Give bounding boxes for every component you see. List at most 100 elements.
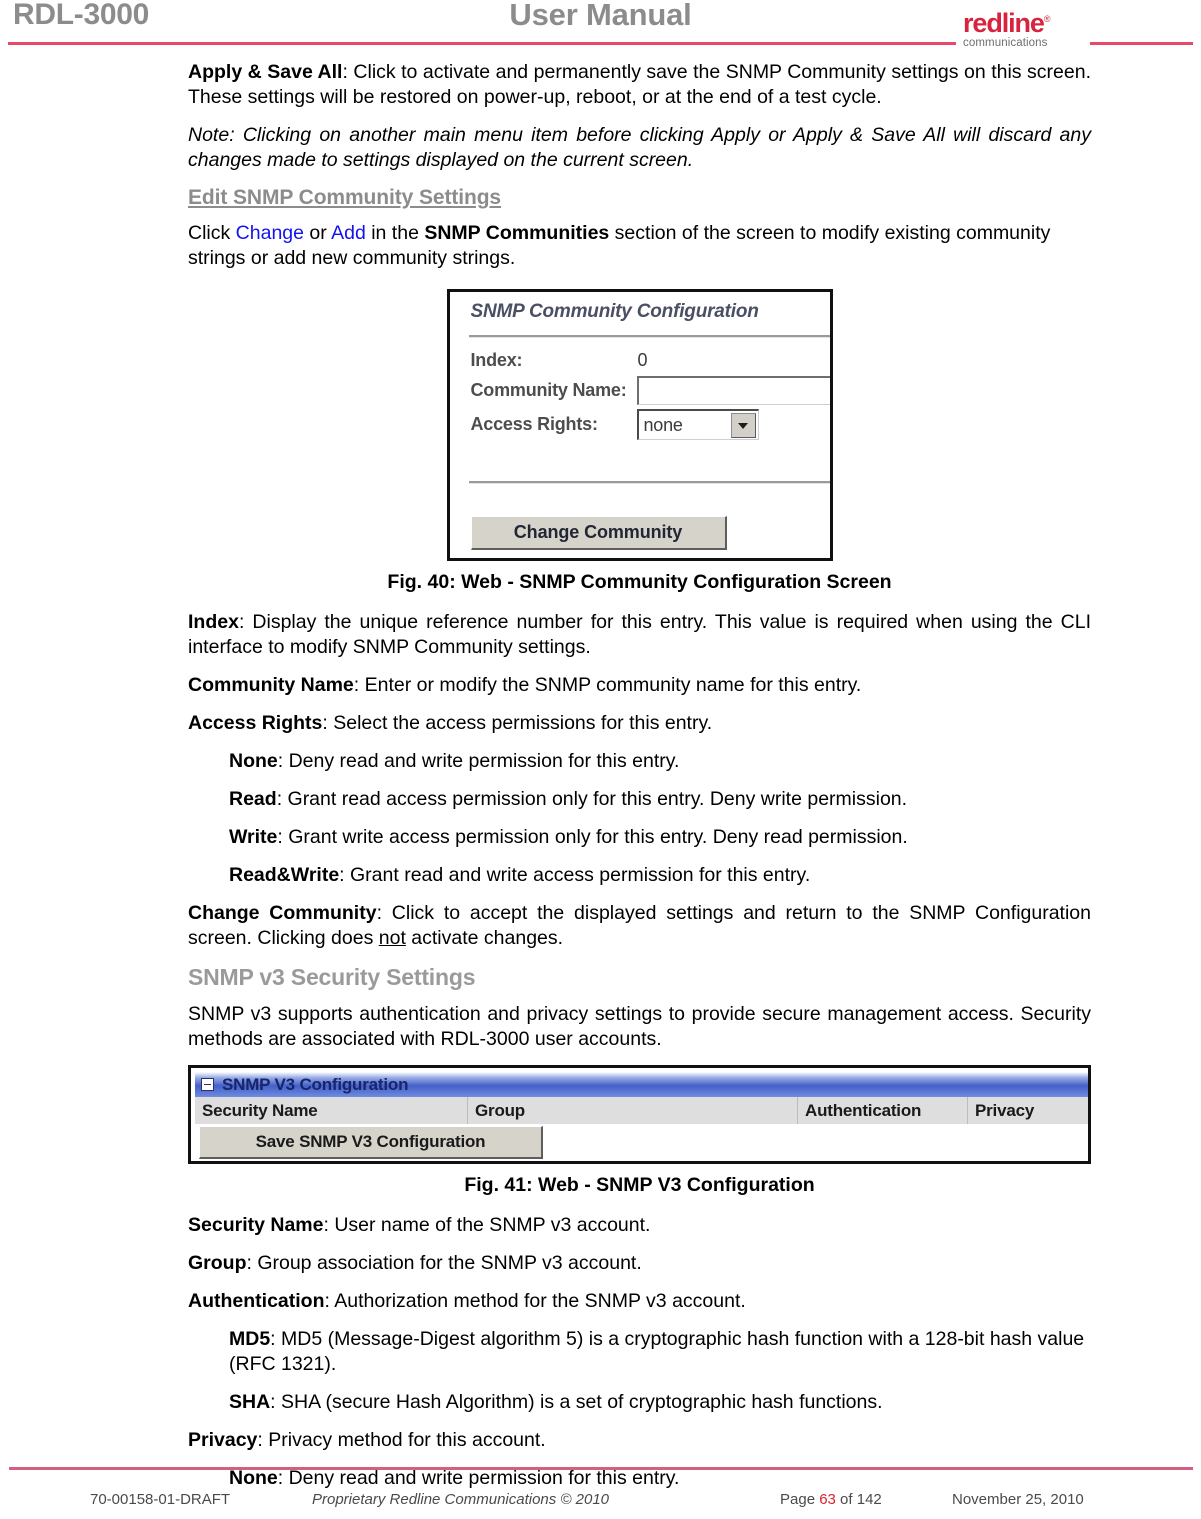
definition-group: Group: Group association for the SNMP v3… — [188, 1251, 1091, 1276]
footer-date: November 25, 2010 — [952, 1491, 1084, 1508]
change-community-button-label: Change Community — [513, 522, 683, 542]
text-change-community-not: not — [378, 927, 406, 949]
term-write: Write — [229, 826, 278, 848]
definition-md5: MD5: MD5 (Message-Digest algorithm 5) is… — [188, 1327, 1091, 1377]
footer-page-number: 63 — [819, 1491, 836, 1508]
paragraph-click-change-add: Click Change or Add in the SNMP Communit… — [188, 221, 1091, 271]
paragraph-snmp-v3-intro: SNMP v3 supports authentication and priv… — [188, 1003, 1091, 1050]
link-add[interactable]: Add — [331, 222, 366, 244]
snmp-v3-table-header-row: Security Name Group Authentication Priva… — [195, 1097, 1088, 1124]
header-rule-left — [8, 42, 956, 45]
figure-41-caption: Fig. 41: Web - SNMP V3 Configuration — [188, 1174, 1091, 1197]
footer-page-indicator: Page 63 of 142 — [780, 1491, 882, 1508]
footer-page-suffix: of 142 — [835, 1491, 882, 1508]
figure-40-wrapper: SNMP Community Configuration Index: 0 Co… — [188, 289, 1091, 561]
link-change[interactable]: Change — [236, 222, 304, 244]
label-index: Index: — [470, 350, 523, 370]
term-apply-save-all: Apply & Save All — [188, 61, 343, 83]
logo-wordmark-text: redline — [963, 8, 1045, 38]
text-security-name: : User name of the SNMP v3 account. — [323, 1214, 651, 1236]
text-md5: : MD5 (Message-Digest algorithm 5) is a … — [229, 1328, 1085, 1375]
definition-read-write: Read&Write: Grant read and write access … — [188, 863, 1091, 888]
text-access-rights: : Select the access permissions for this… — [322, 712, 713, 734]
text-index: : Display the unique reference number fo… — [188, 611, 1091, 658]
snmp-v3-panel-titlebar: SNMP V3 Configuration — [195, 1072, 1088, 1097]
term-privacy: Privacy — [188, 1429, 258, 1451]
figure-40-snmp-community-configuration: SNMP Community Configuration Index: 0 Co… — [446, 289, 833, 561]
term-read: Read — [229, 788, 277, 810]
text-click-mid: or — [303, 222, 332, 244]
registered-trademark-icon: ® — [1043, 14, 1051, 24]
text-privacy: : Privacy method for this account. — [257, 1429, 546, 1451]
term-snmp-communities: SNMP Communities — [424, 222, 610, 244]
footer-document-number: 70-00158-01-DRAFT — [90, 1491, 231, 1508]
term-read-write: Read&Write — [229, 864, 340, 886]
figure-41-snmp-v3-configuration: SNMP V3 Configuration Security Name Grou… — [188, 1065, 1091, 1164]
definition-write: Write: Grant write access permission onl… — [188, 825, 1091, 850]
term-change-community: Change Community — [188, 902, 377, 924]
label-community-name: Community Name: — [470, 380, 627, 400]
figure-40-caption: Fig. 40: Web - SNMP Community Configurat… — [188, 571, 1091, 594]
snmp-community-config-panel-title: SNMP Community Configuration — [470, 301, 759, 322]
page-content: Apply & Save All: Click to activate and … — [188, 60, 1091, 1504]
definition-index: Index: Display the unique reference numb… — [188, 610, 1091, 660]
logo-tagline: communications — [963, 37, 1048, 49]
term-access-rights: Access Rights — [188, 712, 323, 734]
footer-page-prefix: Page — [780, 1491, 820, 1508]
definition-access-rights: Access Rights: Select the access permiss… — [188, 711, 1091, 736]
term-community-name: Community Name — [188, 674, 354, 696]
definition-security-name: Security Name: User name of the SNMP v3 … — [188, 1213, 1091, 1238]
term-sha: SHA — [229, 1391, 271, 1413]
redline-logo: redline® communications — [963, 6, 1088, 50]
figure-41-number: Fig. 41 — [464, 1174, 527, 1196]
text-read: : Grant read access permission only for … — [276, 788, 908, 810]
community-name-input[interactable] — [636, 376, 830, 405]
text-sha: : SHA (secure Hash Algorithm) is a set o… — [270, 1391, 883, 1413]
chevron-down-glyph — [738, 422, 748, 429]
definition-change-community: Change Community: Click to accept the di… — [188, 901, 1091, 951]
heading-snmp-v3-security-settings: SNMP v3 Security Settings — [188, 964, 476, 990]
label-access-rights: Access Rights: — [470, 414, 598, 434]
term-authentication: Authentication — [188, 1290, 325, 1312]
chevron-down-icon[interactable] — [730, 413, 756, 438]
column-header-authentication: Authentication — [798, 1097, 968, 1124]
minus-box-icon[interactable] — [201, 1078, 214, 1091]
definition-community-name: Community Name: Enter or modify the SNMP… — [188, 673, 1091, 698]
page-header: RDL-3000 User Manual redline® communicat… — [0, 0, 1201, 52]
definition-read: Read: Grant read access permission only … — [188, 787, 1091, 812]
paragraph-apply-save-all: Apply & Save All: Click to activate and … — [188, 60, 1091, 110]
text-click-prefix: Click — [188, 222, 236, 244]
footer-proprietary-notice: Proprietary Redline Communications © 201… — [312, 1491, 610, 1508]
text-group: : Group association for the SNMP v3 acco… — [246, 1252, 642, 1274]
heading-edit-snmp-community-settings: Edit SNMP Community Settings — [188, 186, 502, 209]
snmp-v3-panel-title: SNMP V3 Configuration — [222, 1074, 409, 1094]
page-footer: 70-00158-01-DRAFT Proprietary Redline Co… — [0, 1457, 1201, 1519]
footer-rule — [9, 1467, 1193, 1470]
figure-40-title: : Web - SNMP Community Configuration Scr… — [449, 571, 892, 593]
figure-41-title: : Web - SNMP V3 Configuration — [526, 1174, 815, 1196]
term-index: Index — [188, 611, 239, 633]
paragraph-note: Note: Clicking on another main menu item… — [188, 124, 1091, 171]
text-read-write: : Grant read and write access permission… — [339, 864, 811, 886]
access-rights-select[interactable]: none — [636, 409, 759, 440]
definition-privacy: Privacy: Privacy method for this account… — [188, 1428, 1091, 1453]
term-group: Group — [188, 1252, 247, 1274]
definition-authentication: Authentication: Authorization method for… — [188, 1289, 1091, 1314]
text-write: : Grant write access permission only for… — [277, 826, 908, 848]
term-security-name: Security Name — [188, 1214, 324, 1236]
figure-40-number: Fig. 40 — [387, 571, 450, 593]
text-change-community-b: activate changes. — [405, 927, 564, 949]
value-index: 0 — [637, 350, 648, 370]
save-snmp-v3-configuration-label: Save SNMP V3 Configuration — [255, 1132, 486, 1151]
term-none: None — [229, 750, 278, 772]
save-snmp-v3-configuration-button[interactable]: Save SNMP V3 Configuration — [199, 1126, 543, 1159]
change-community-button[interactable]: Change Community — [470, 516, 727, 550]
column-header-security-name: Security Name — [195, 1097, 468, 1124]
definition-sha: SHA: SHA (secure Hash Algorithm) is a se… — [188, 1390, 1091, 1415]
text-none: : Deny read and write permission for thi… — [277, 750, 680, 772]
definition-none: None: Deny read and write permission for… — [188, 749, 1091, 774]
logo-wordmark: redline® — [963, 6, 1088, 38]
term-md5: MD5 — [229, 1328, 271, 1350]
panel-divider-bottom — [468, 481, 830, 484]
column-header-privacy: Privacy — [975, 1101, 1035, 1120]
